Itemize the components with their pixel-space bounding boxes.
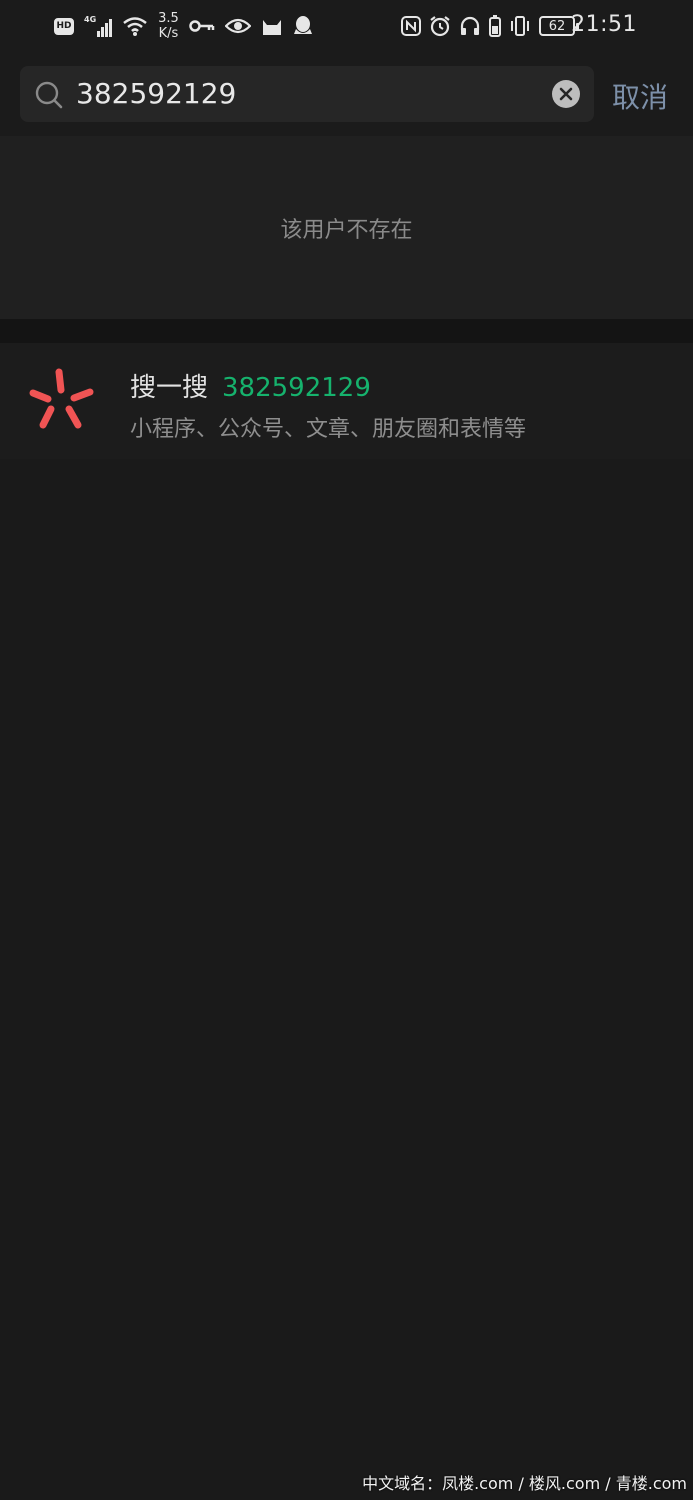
status-time: 21:51 xyxy=(571,12,637,37)
headset-icon xyxy=(460,16,480,35)
search-icon xyxy=(35,81,63,109)
network-speed: 3.5 K/s xyxy=(158,11,179,41)
search-one-search-subtitle: 小程序、公众号、文章、朋友圈和表情等 xyxy=(130,417,527,442)
signal-icon: 4G xyxy=(84,15,113,37)
alarm-icon xyxy=(430,16,450,37)
qq-icon xyxy=(293,16,312,34)
search-one-search-query: 382592129 xyxy=(222,373,371,403)
hd-icon: HD xyxy=(54,17,74,35)
search-box[interactable] xyxy=(20,66,594,122)
vibrate-icon xyxy=(511,16,529,36)
status-left-icons: HD 4G 3.5 K/s xyxy=(54,10,313,42)
watermark: 中文域名：凤楼.com / 楼风.com / 青楼.com xyxy=(362,1474,687,1493)
search-one-search-title: 搜一搜 382592129 xyxy=(130,367,371,404)
search-one-search-icon xyxy=(29,368,94,429)
screen: HD 4G 3.5 K/s 62 21:51 382592129 取消 该用户不… xyxy=(0,0,693,1500)
wifi-icon xyxy=(123,17,147,36)
no-user-result: 该用户不存在 xyxy=(0,136,693,319)
search-one-search-label: 搜一搜 xyxy=(130,373,209,403)
status-bar: HD 4G 3.5 K/s 62 21:51 xyxy=(0,0,693,52)
no-user-message: 该用户不存在 xyxy=(280,217,413,243)
search-input[interactable] xyxy=(76,66,546,122)
cancel-button[interactable]: 取消 xyxy=(612,76,668,116)
eye-icon xyxy=(224,18,251,34)
nfc-icon xyxy=(401,16,421,36)
status-right-icons: 62 xyxy=(401,10,579,42)
battery-saver-icon xyxy=(489,15,501,37)
battery-icon: 62 xyxy=(539,16,579,36)
section-divider xyxy=(0,319,693,343)
search-header: 取消 xyxy=(0,52,693,136)
cat-icon xyxy=(262,20,281,35)
close-icon xyxy=(559,87,573,101)
search-one-search-item[interactable]: 搜一搜 382592129 小程序、公众号、文章、朋友圈和表情等 xyxy=(0,343,693,459)
key-icon xyxy=(189,20,215,32)
clear-search-button[interactable] xyxy=(552,80,580,108)
